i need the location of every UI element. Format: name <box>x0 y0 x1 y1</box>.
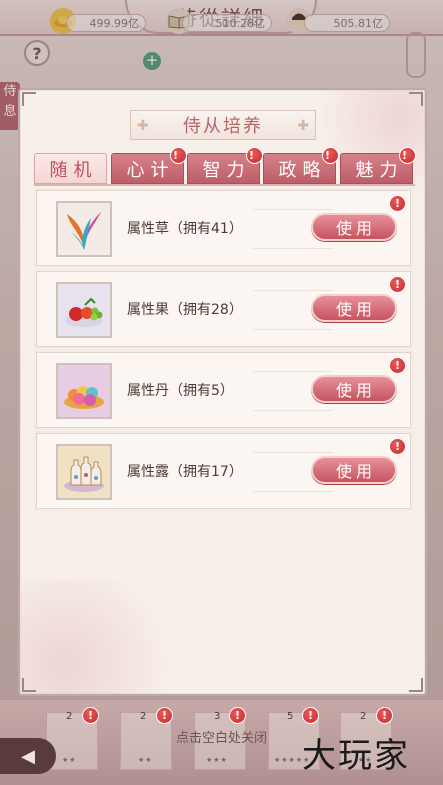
pill-icon <box>56 363 112 419</box>
use-button[interactable]: 使用 <box>311 213 397 241</box>
alert-badge-icon: ! <box>302 707 319 724</box>
use-button[interactable]: 使用 <box>311 456 397 484</box>
list-item: 属性果（拥有28） 使用 ! <box>36 271 411 347</box>
panel-title: 侍从培养 <box>183 116 263 137</box>
corner-ornament <box>22 678 36 692</box>
slot-stars: ★★★ <box>206 756 228 764</box>
alert-badge-icon: ! <box>82 707 99 724</box>
tab-intellect[interactable]: 智力 ! <box>187 147 263 184</box>
tab-random[interactable]: 随机 <box>34 153 107 184</box>
use-button[interactable]: 使用 <box>311 294 397 322</box>
cultivate-panel: ✚ 侍从培养 ✚ 随机 心计 ! 智力 ! 政略 ! 魅力 ! 属性草（拥有41… <box>18 88 427 696</box>
slot-stars: ★★ <box>62 756 77 764</box>
alert-badge-icon: ! <box>389 195 406 212</box>
list-item: 属性露（拥有17） 使用 ! <box>36 433 411 509</box>
use-button[interactable]: 使用 <box>311 375 397 403</box>
alert-badge-icon: ! <box>389 276 406 293</box>
item-name: 属性丹（拥有5） <box>127 383 234 399</box>
panel-title-plaque: ✚ 侍从培养 ✚ <box>130 110 316 140</box>
corner-ornament <box>409 92 423 106</box>
slot-count: 5 <box>287 711 294 722</box>
alert-badge-icon: ! <box>322 147 339 164</box>
back-button[interactable]: ◀ <box>0 738 56 774</box>
tab-label: 心计 <box>126 159 175 181</box>
item-name: 属性草（拥有41） <box>127 221 243 237</box>
herb-icon <box>56 201 112 257</box>
alert-badge-icon: ! <box>229 707 246 724</box>
item-name: 属性露（拥有17） <box>127 464 243 480</box>
slot-count: 2 <box>140 711 147 722</box>
corner-ornament <box>409 678 423 692</box>
tabs-divider <box>34 184 415 186</box>
list-item: 属性草（拥有41） 使用 ! <box>36 190 411 266</box>
alert-badge-icon: ! <box>389 357 406 374</box>
watermark: 大玩家 <box>302 736 410 776</box>
tab-label: 魅力 <box>355 159 404 181</box>
alert-badge-icon: ! <box>246 147 263 164</box>
fruit-icon <box>56 282 112 338</box>
tab-label: 政略 <box>278 159 327 181</box>
tab-label: 随机 <box>49 159 98 181</box>
alert-badge-icon: ! <box>156 707 173 724</box>
corner-ornament <box>22 92 36 106</box>
slot-stars: ★★ <box>138 756 153 764</box>
slot-count: 2 <box>360 711 367 722</box>
tab-charm[interactable]: 魅力 ! <box>340 147 416 184</box>
item-name: 属性果（拥有28） <box>127 302 243 318</box>
attribute-tabs: 随机 心计 ! 智力 ! 政略 ! 魅力 ! <box>34 147 416 185</box>
dew-bottle-icon <box>56 444 112 500</box>
back-arrow-icon: ◀ <box>21 745 35 767</box>
slot-count: 2 <box>66 711 73 722</box>
flower-decoration <box>20 580 190 694</box>
alert-badge-icon: ! <box>170 147 187 164</box>
alert-badge-icon: ! <box>389 438 406 455</box>
cross-ornament-icon: ✚ <box>137 118 149 134</box>
slot-count: 3 <box>214 711 221 722</box>
list-item: 属性丹（拥有5） 使用 ! <box>36 352 411 428</box>
tab-scheming[interactable]: 心计 ! <box>111 147 187 184</box>
tab-label: 智力 <box>202 159 251 181</box>
cross-ornament-icon: ✚ <box>297 118 309 134</box>
tab-politics[interactable]: 政略 ! <box>263 147 339 184</box>
alert-badge-icon: ! <box>399 147 416 164</box>
alert-badge-icon: ! <box>376 707 393 724</box>
